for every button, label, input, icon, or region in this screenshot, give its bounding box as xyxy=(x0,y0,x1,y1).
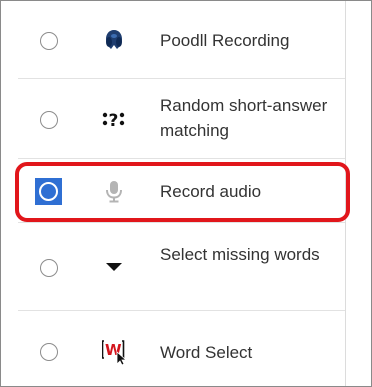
question-type-label: Record audio xyxy=(160,182,262,201)
question-type-list: Poodll Recording ? Random short-answer m… xyxy=(18,1,346,386)
radio-button[interactable] xyxy=(40,343,58,361)
list-item[interactable]: Poodll Recording xyxy=(18,1,345,79)
list-item-selected[interactable]: Record audio xyxy=(18,159,345,223)
list-item[interactable]: Select missing words xyxy=(18,223,345,311)
question-type-label: Random short-answer matching xyxy=(160,96,328,140)
radio-button[interactable] xyxy=(40,259,58,277)
question-type-label: Word Select xyxy=(160,343,253,362)
radio-button[interactable] xyxy=(40,111,58,129)
dropdown-triangle-icon xyxy=(102,255,126,279)
radio-button-selected[interactable] xyxy=(35,178,62,205)
question-type-label: Poodll Recording xyxy=(160,31,290,50)
question-type-label: Select missing words xyxy=(160,245,320,264)
radio-button[interactable] xyxy=(40,32,58,50)
word-select-icon: W xyxy=(102,339,128,365)
radio-ring xyxy=(39,182,58,201)
list-item[interactable]: ? Random short-answer matching xyxy=(18,79,345,159)
microphone-icon xyxy=(102,179,126,203)
random-shortanswer-icon: ? xyxy=(102,107,126,131)
svg-text:?: ? xyxy=(109,111,119,131)
poodll-dog-icon xyxy=(102,28,126,52)
list-item[interactable]: W Word Select xyxy=(18,311,345,386)
question-type-list-panel: Poodll Recording ? Random short-answer m… xyxy=(0,0,372,387)
